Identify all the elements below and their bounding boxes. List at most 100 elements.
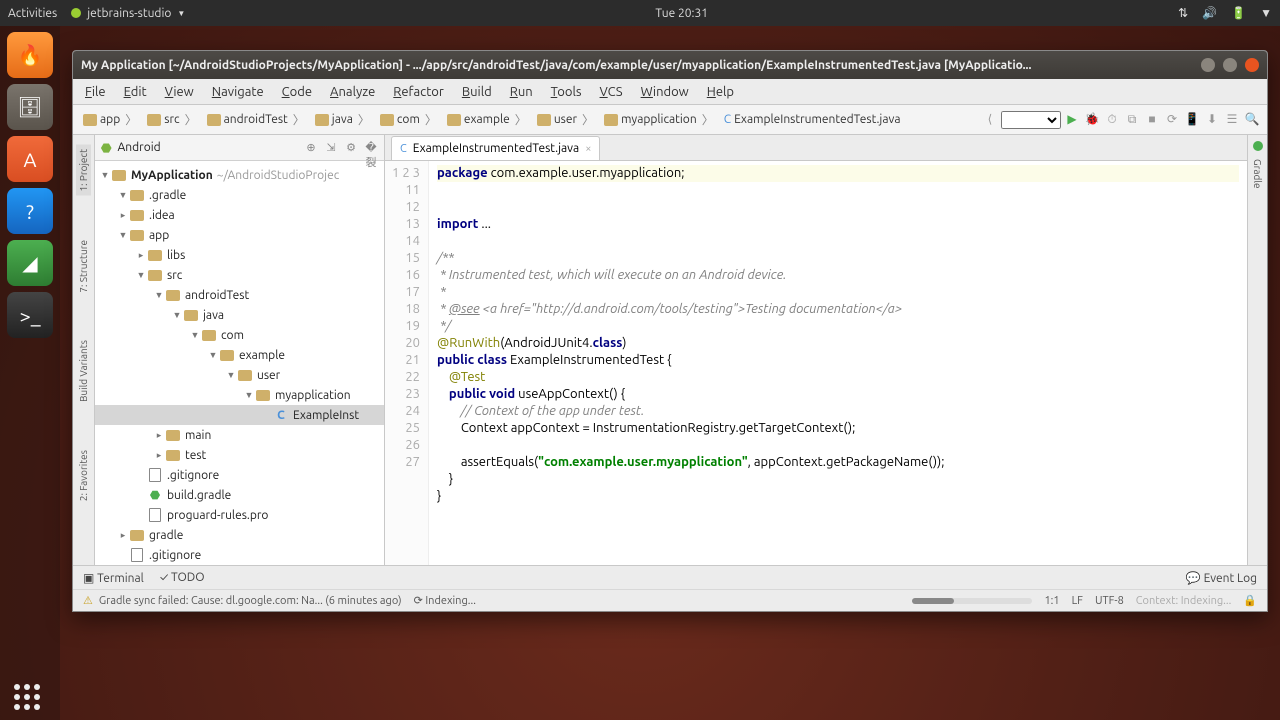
network-icon[interactable]: ⇅ (1178, 6, 1188, 20)
avd-icon[interactable]: 📱 (1183, 111, 1201, 129)
titlebar[interactable]: My Application [~/AndroidStudioProjects/… (73, 51, 1267, 79)
tree-node-src[interactable]: ▼src (95, 265, 384, 285)
search-icon[interactable]: 🔍 (1243, 111, 1261, 129)
tree-node-proguard-rules.pro[interactable]: proguard-rules.pro (95, 505, 384, 525)
tree-node-java[interactable]: ▼java (95, 305, 384, 325)
menu-window[interactable]: Window (641, 85, 689, 99)
tool-structure-tab[interactable]: 7: Structure (76, 236, 91, 297)
panel-collapse-icon[interactable]: ⇲ (324, 141, 338, 155)
breadcrumb-myapplication[interactable]: myapplication〉 (600, 111, 720, 128)
launcher-terminal[interactable]: >_ (7, 292, 53, 338)
breadcrumb-user[interactable]: user〉 (533, 111, 600, 128)
battery-icon[interactable]: 🔋 (1231, 6, 1246, 20)
tree-node-test[interactable]: ▸test (95, 445, 384, 465)
tree-root[interactable]: ▼MyApplication~/AndroidStudioProjec (95, 165, 384, 185)
menu-build[interactable]: Build (462, 85, 492, 99)
menu-vcs[interactable]: VCS (600, 85, 623, 99)
breadcrumb-java[interactable]: java〉 (311, 111, 376, 128)
volume-icon[interactable]: 🔊 (1202, 6, 1217, 20)
menu-refactor[interactable]: Refactor (393, 85, 444, 99)
breadcrumb-src[interactable]: src〉 (143, 111, 202, 128)
stop-icon[interactable]: ■ (1143, 111, 1161, 129)
window-maximize[interactable] (1223, 58, 1237, 72)
window-minimize[interactable] (1201, 58, 1215, 72)
system-menu-chevron[interactable]: ▼ (1260, 6, 1272, 20)
bottom-tool-bar: ▣ Terminal ✓ TODO 💬 Event Log (73, 565, 1267, 589)
progress-bar[interactable] (912, 598, 1032, 604)
menu-tools[interactable]: Tools (551, 85, 582, 99)
close-icon[interactable]: × (585, 143, 591, 155)
tree-node-main[interactable]: ▸main (95, 425, 384, 445)
breadcrumb-example[interactable]: example〉 (443, 111, 533, 128)
editor-tab[interactable]: C ExampleInstrumentedTest.java × (391, 136, 600, 160)
launcher-firefox[interactable]: 🔥 (7, 32, 53, 78)
debug-icon[interactable]: 🐞 (1083, 111, 1101, 129)
activities-button[interactable]: Activities (8, 7, 57, 20)
tool-eventlog-tab[interactable]: 💬 Event Log (1186, 571, 1257, 585)
panel-gear-icon[interactable]: ⚙ (344, 141, 358, 155)
launcher-show-apps[interactable] (14, 684, 40, 710)
launcher-android-studio[interactable]: ◢ (7, 240, 53, 286)
status-line-sep[interactable]: LF (1072, 595, 1083, 607)
tool-project-tab[interactable]: 1: Project (76, 145, 91, 196)
folder-icon (315, 114, 329, 126)
menu-code[interactable]: Code (282, 85, 312, 99)
menu-navigate[interactable]: Navigate (212, 85, 264, 99)
tree-node-build.gradle[interactable]: ⬣build.gradle (95, 485, 384, 505)
breadcrumb-app[interactable]: app〉 (79, 111, 143, 128)
tool-todo-tab[interactable]: ✓ TODO (160, 571, 205, 584)
project-view-selector[interactable]: Android (117, 141, 160, 154)
project-tree[interactable]: ▼MyApplication~/AndroidStudioProjec▼.gra… (95, 161, 384, 565)
status-lock-icon[interactable]: 🔒 (1243, 594, 1257, 607)
menu-help[interactable]: Help (707, 85, 734, 99)
run-icon[interactable]: ▶ (1063, 111, 1081, 129)
tree-node-androidTest[interactable]: ▼androidTest (95, 285, 384, 305)
menu-run[interactable]: Run (510, 85, 533, 99)
menu-view[interactable]: View (165, 85, 194, 99)
run-config-select[interactable] (1001, 111, 1061, 129)
tree-node-com[interactable]: ▼com (95, 325, 384, 345)
tree-node-app[interactable]: ▼app (95, 225, 384, 245)
tree-node-user[interactable]: ▼user (95, 365, 384, 385)
tree-node-gradle[interactable]: ▸gradle (95, 525, 384, 545)
tree-node-example[interactable]: ▼example (95, 345, 384, 365)
window-close[interactable] (1245, 58, 1259, 72)
tree-node-myapplication[interactable]: ▼myapplication (95, 385, 384, 405)
tool-gradle-tab[interactable]: Gradle (1250, 155, 1265, 193)
app-menu[interactable]: jetbrains-studio ▼ (71, 7, 185, 20)
sync-icon[interactable]: ⟳ (1163, 111, 1181, 129)
breadcrumb-androidTest[interactable]: androidTest〉 (203, 111, 311, 128)
status-caret-pos[interactable]: 1:1 (1044, 595, 1059, 607)
tree-node-.gitignore[interactable]: .gitignore (95, 545, 384, 565)
menu-edit[interactable]: Edit (124, 85, 147, 99)
profile-icon[interactable]: ⏱ (1103, 111, 1121, 129)
breadcrumb-ExampleInstrumentedTest.java[interactable]: C ExampleInstrumentedTest.java (720, 113, 905, 126)
chevron-down-icon: ▼ (177, 9, 185, 18)
attach-icon[interactable]: ⧉ (1123, 111, 1141, 129)
panel-hide-icon[interactable]: �裂 (364, 141, 378, 155)
tree-node-.gitignore[interactable]: .gitignore (95, 465, 384, 485)
menu-analyze[interactable]: Analyze (330, 85, 375, 99)
tree-node-.gradle[interactable]: ▼.gradle (95, 185, 384, 205)
line-gutter[interactable]: 1 2 3 11 12 13 14 15 16 17 18 19 20 21 2… (385, 161, 429, 565)
launcher-files[interactable]: 🗄 (7, 84, 53, 130)
tree-node-libs[interactable]: ▸libs (95, 245, 384, 265)
nav-prev-icon[interactable]: ⟨ (981, 111, 999, 129)
tree-node-.idea[interactable]: ▸.idea (95, 205, 384, 225)
panel-target-icon[interactable]: ⊕ (304, 141, 318, 155)
status-encoding[interactable]: UTF-8 (1095, 595, 1124, 607)
status-message[interactable]: ⚠ Gradle sync failed: Cause: dl.google.c… (83, 594, 402, 607)
menu-file[interactable]: File (85, 85, 106, 99)
tree-node-ExampleInst[interactable]: CExampleInst (95, 405, 384, 425)
tool-favorites-tab[interactable]: 2: Favorites (76, 446, 91, 505)
structure-icon[interactable]: ☰ (1223, 111, 1241, 129)
launcher-software[interactable]: A (7, 136, 53, 182)
launcher-help[interactable]: ? (7, 188, 53, 234)
folder-icon (447, 114, 461, 126)
tool-build-variants-tab[interactable]: Build Variants (76, 336, 91, 406)
breadcrumb-com[interactable]: com〉 (376, 111, 443, 128)
code-editor[interactable]: package com.example.user.myapplication; … (429, 161, 1247, 565)
tool-terminal-tab[interactable]: ▣ Terminal (83, 571, 144, 585)
sdk-icon[interactable]: ⬇ (1203, 111, 1221, 129)
clock[interactable]: Tue 20:31 (655, 7, 708, 20)
